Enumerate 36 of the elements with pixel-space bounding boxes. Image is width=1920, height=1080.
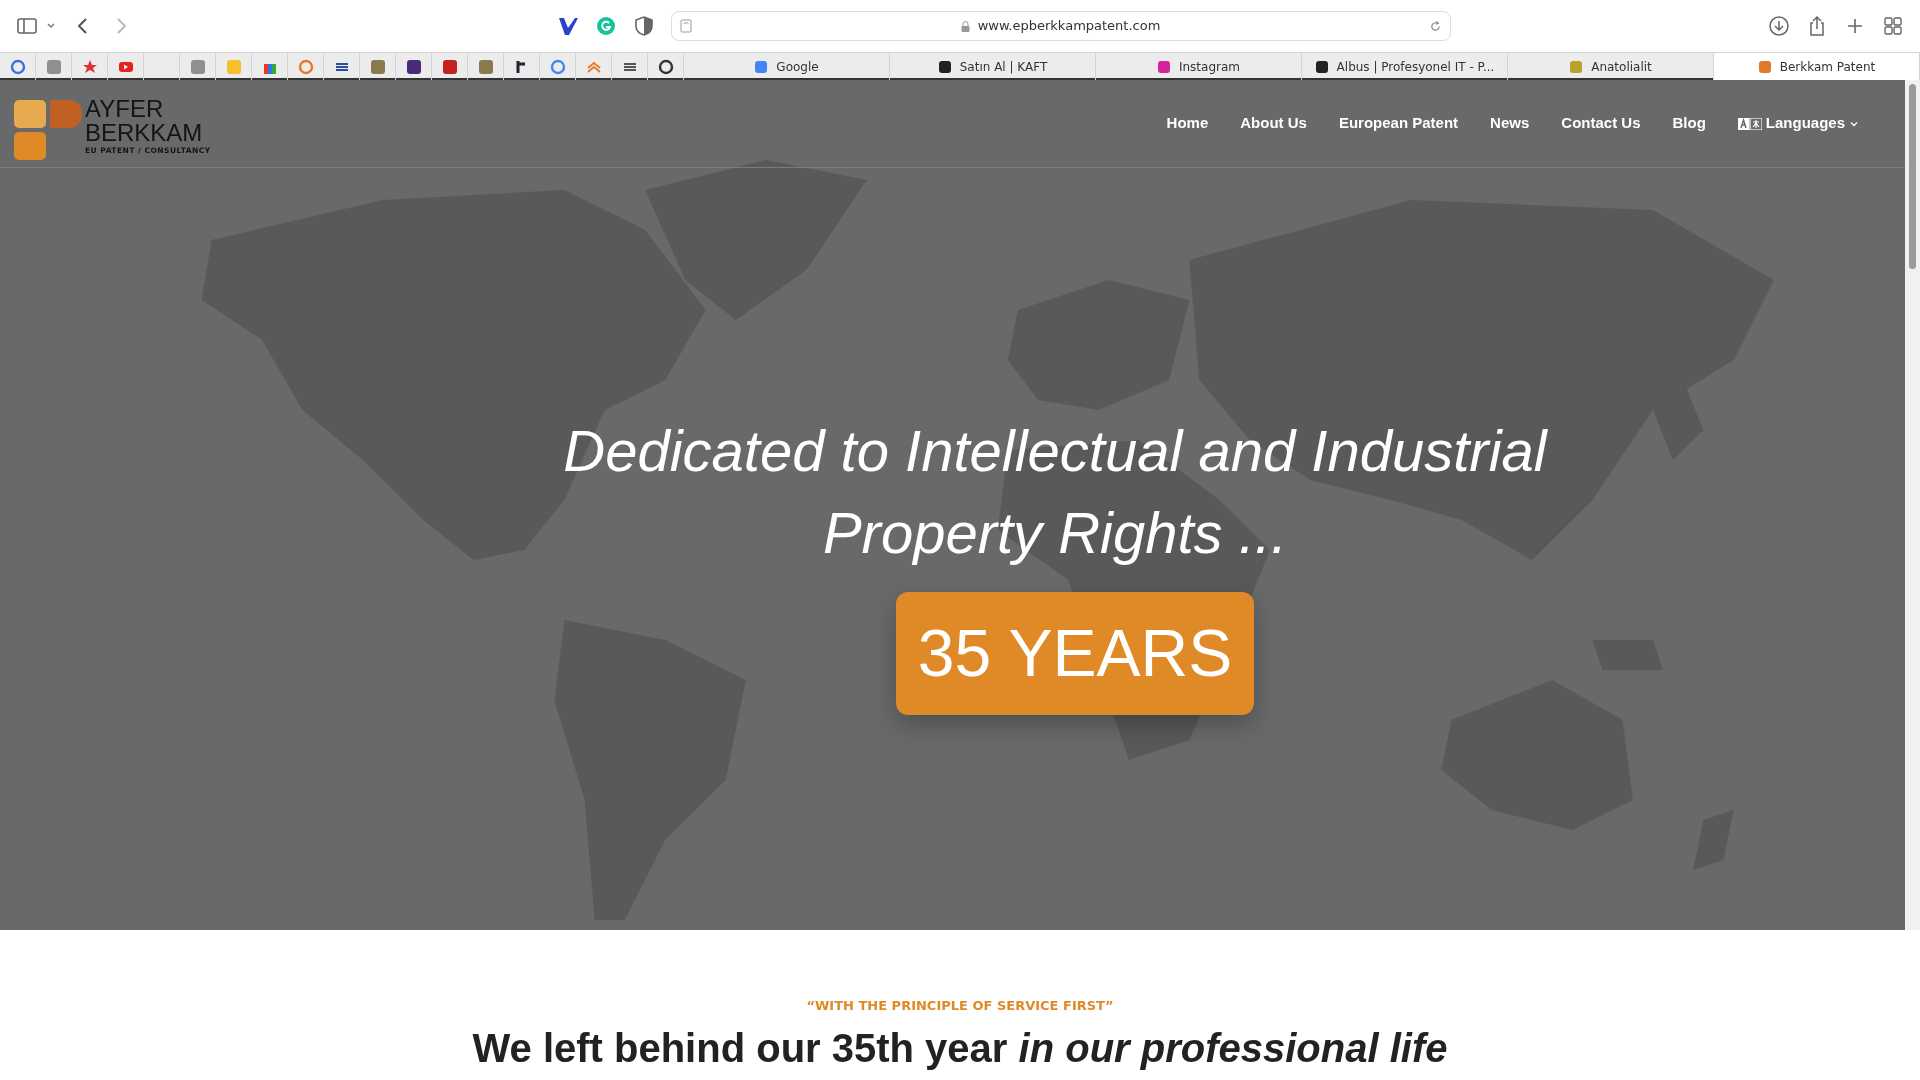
scrollbar[interactable] (1905, 80, 1920, 930)
browser-tab[interactable]: Berkkam Patent (1714, 53, 1920, 80)
pinned-tab-icon[interactable] (405, 58, 422, 75)
favicon-icon (1757, 59, 1772, 74)
favicon-icon (1569, 59, 1584, 74)
pinned-tab-icon[interactable] (657, 58, 674, 75)
page-icon (680, 19, 692, 33)
url-text: www.epberkkampatent.com (977, 17, 1161, 36)
g-extension-icon[interactable] (595, 15, 617, 37)
favicon-icon (1156, 59, 1171, 74)
hero-title: Dedicated to Intellectual and Industrial Property Rights ... (562, 417, 1549, 567)
section-heading: We left behind our 35th year in our professional life (471, 1024, 1449, 1072)
nav-link[interactable]: News (1474, 112, 1546, 135)
nav-link[interactable]: Home (1150, 112, 1225, 135)
years-badge: 35 YEARS (895, 592, 1255, 715)
languages-dropdown[interactable]: Languages (1721, 112, 1875, 135)
nav-link[interactable]: European Patent (1322, 112, 1475, 135)
reload-icon[interactable] (1429, 19, 1442, 33)
logo-text: BERKKAM (85, 120, 204, 145)
translate-icon (1737, 117, 1762, 130)
v-extension-icon[interactable] (557, 15, 579, 37)
sidebar-icon[interactable] (16, 15, 38, 37)
download-icon[interactable] (1768, 15, 1790, 37)
nav-link[interactable]: Contact Us (1545, 112, 1657, 135)
tab-overview-icon[interactable] (1882, 15, 1904, 37)
favicon-icon (937, 59, 952, 74)
logo-text: AYFER (85, 96, 165, 121)
favicon-icon (1314, 59, 1329, 74)
address-bar[interactable]: www.epberkkampatent.com (671, 11, 1451, 41)
logo-mark-icon (14, 99, 84, 160)
shield-icon[interactable] (633, 15, 655, 37)
lock-icon (960, 20, 970, 32)
favicon-icon (754, 59, 769, 74)
nav-link[interactable]: Blog (1656, 112, 1722, 135)
nav-link[interactable]: About Us (1224, 112, 1323, 135)
section-eyebrow: “WITH THE PRINCIPLE OF SERVICE FIRST” (805, 997, 1115, 1015)
